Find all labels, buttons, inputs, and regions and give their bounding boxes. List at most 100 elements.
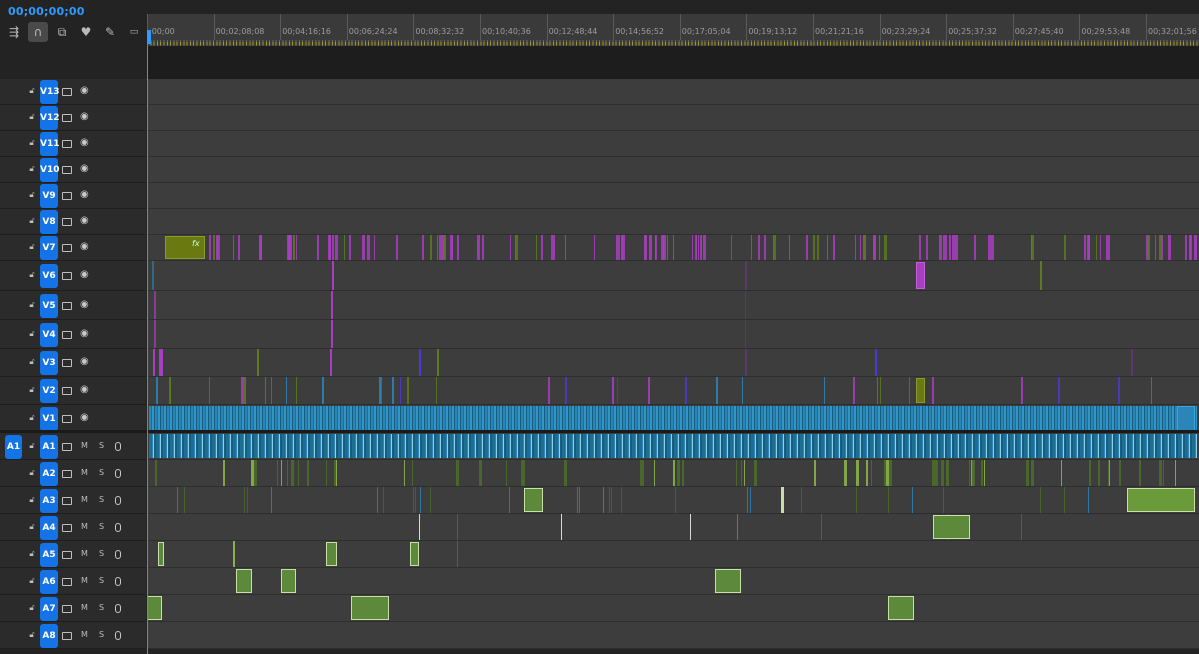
adjustment-clip[interactable]: [294, 235, 296, 260]
track-lane-v10[interactable]: [147, 157, 1199, 183]
adjustment-clip[interactable]: [515, 235, 518, 260]
adjustment-clip[interactable]: [1193, 235, 1197, 260]
settings-wrench-icon[interactable]: ✎: [100, 22, 120, 42]
audio-clip[interactable]: [856, 487, 858, 513]
audio-clip[interactable]: [383, 487, 385, 513]
adjustment-clip[interactable]: [644, 235, 646, 260]
audio-clip[interactable]: [524, 488, 543, 512]
track-lane-a3[interactable]: [147, 487, 1199, 514]
adjustment-clip[interactable]: [805, 235, 808, 260]
adjustment-clip[interactable]: [443, 235, 447, 260]
track-target-a6[interactable]: A6: [40, 569, 58, 594]
audio-clip[interactable]: [755, 460, 758, 486]
track-lane-v12[interactable]: [147, 105, 1199, 131]
audio-clip[interactable]: [945, 460, 949, 486]
audio-clip[interactable]: [411, 460, 413, 486]
solo-track-button[interactable]: S: [99, 522, 104, 531]
audio-clip[interactable]: [749, 487, 751, 513]
track-target-v2[interactable]: V2: [40, 379, 58, 403]
clip[interactable]: [437, 349, 439, 376]
clip[interactable]: [392, 377, 395, 404]
sync-lock-icon[interactable]: [62, 88, 72, 96]
adjustment-clip[interactable]: [374, 235, 376, 260]
track-header-v8[interactable]: 🔓︎ V8 ◉: [0, 209, 146, 235]
audio-clip[interactable]: [642, 460, 645, 486]
playhead-timecode[interactable]: 00;00;00;00: [8, 5, 85, 18]
linked-selection-icon[interactable]: ⧉: [52, 22, 72, 42]
adjustment-clip[interactable]: [879, 235, 881, 260]
clip[interactable]: [742, 377, 744, 404]
audio-clip[interactable]: [455, 460, 459, 486]
audio-clip[interactable]: [280, 460, 282, 486]
sync-lock-icon[interactable]: [62, 301, 72, 310]
audio-clip[interactable]: [419, 514, 420, 540]
adjustment-clip[interactable]: [316, 235, 319, 260]
track-target-v7[interactable]: V7: [40, 236, 58, 260]
adjustment-clip[interactable]: [788, 235, 790, 260]
lock-icon[interactable]: 🔓︎: [27, 385, 37, 395]
clip[interactable]: [161, 349, 163, 376]
audio-clip[interactable]: [1098, 460, 1101, 486]
track-lane-a5[interactable]: [147, 541, 1199, 568]
sync-lock-icon[interactable]: [62, 140, 72, 148]
audio-clip[interactable]: [290, 460, 294, 486]
audio-clip[interactable]: [608, 487, 610, 513]
clip[interactable]: [875, 349, 877, 376]
track-target-a3[interactable]: A3: [40, 488, 58, 513]
clip[interactable]: [1117, 377, 1120, 404]
sync-lock-icon[interactable]: [62, 114, 72, 122]
audio-clip[interactable]: [933, 515, 970, 539]
sync-lock-icon[interactable]: [62, 330, 72, 339]
clip[interactable]: [745, 261, 747, 290]
sync-lock-icon[interactable]: [62, 166, 72, 174]
clip[interactable]: [684, 377, 687, 404]
toggle-output-eye-icon[interactable]: ◉: [80, 299, 89, 310]
track-header-a4[interactable]: 🔓︎ A4 M S: [0, 514, 146, 541]
audio-clip[interactable]: [942, 460, 944, 486]
adjustment-clip[interactable]: [344, 235, 346, 260]
audio-clip[interactable]: [1158, 460, 1162, 486]
adjustment-clip[interactable]: [648, 235, 652, 260]
audio-clip[interactable]: [1139, 460, 1141, 486]
toggle-output-eye-icon[interactable]: ◉: [80, 241, 89, 252]
audio-clip[interactable]: [801, 487, 803, 513]
voiceover-record-mic-icon[interactable]: [115, 468, 121, 478]
adjustment-clip[interactable]: [655, 235, 658, 260]
audio-clip[interactable]: [271, 487, 273, 513]
audio-clip[interactable]: [414, 487, 416, 513]
track-lane-v11[interactable]: [147, 131, 1199, 157]
clip[interactable]: [1131, 349, 1133, 376]
toggle-output-eye-icon[interactable]: ◉: [80, 111, 89, 122]
adjustment-clip[interactable]: [1161, 235, 1164, 260]
audio-clip[interactable]: [335, 460, 337, 486]
insert-sequence-icon[interactable]: ⇶: [4, 22, 24, 42]
clip[interactable]: [745, 349, 747, 376]
adjustment-clip[interactable]: [699, 235, 702, 260]
track-lane-v13[interactable]: [147, 79, 1199, 105]
track-header-a7[interactable]: 🔓︎ A7 M S: [0, 595, 146, 622]
audio-clip[interactable]: [1021, 514, 1022, 540]
adjustment-clip[interactable]: [698, 235, 700, 260]
audio-clip[interactable]: [746, 487, 748, 513]
adjustment-clip[interactable]: [948, 235, 951, 260]
mute-track-button[interactable]: M: [81, 495, 88, 504]
lock-icon[interactable]: 🔓︎: [27, 138, 37, 148]
adjustment-clip[interactable]: [883, 235, 887, 260]
track-target-a1[interactable]: A1: [40, 434, 58, 459]
track-lane-a7[interactable]: [147, 595, 1199, 622]
track-target-v5[interactable]: V5: [40, 293, 58, 318]
adjustment-clip[interactable]: [955, 235, 959, 260]
track-header-a3[interactable]: 🔓︎ A3 M S: [0, 487, 146, 514]
track-target-v13[interactable]: V13: [40, 80, 60, 104]
adjustment-clip[interactable]: [758, 235, 761, 260]
clip[interactable]: [648, 377, 650, 404]
audio-clip[interactable]: [147, 596, 162, 620]
clip[interactable]: [400, 377, 402, 404]
clip[interactable]: [745, 320, 746, 348]
audio-clip[interactable]: [677, 460, 681, 486]
adjustment-clip[interactable]: [1167, 235, 1171, 260]
audio-clip[interactable]: [1175, 460, 1176, 486]
sync-lock-icon[interactable]: [62, 442, 72, 451]
clip[interactable]: [548, 377, 551, 404]
adjustment-clip[interactable]: [1084, 235, 1087, 260]
